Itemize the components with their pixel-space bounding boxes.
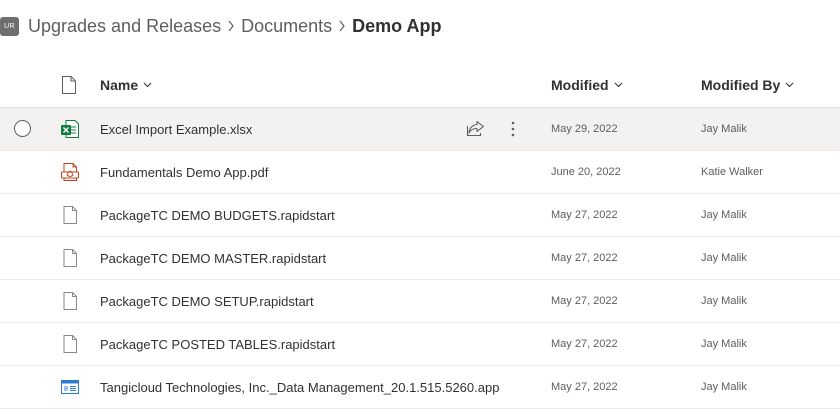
- column-header-modified-by[interactable]: Modified By: [701, 63, 794, 107]
- file-name-link[interactable]: Tangicloud Technologies, Inc._Data Manag…: [100, 366, 499, 408]
- file-name-link[interactable]: PackageTC DEMO BUDGETS.rapidstart: [100, 194, 335, 236]
- generic-file-icon: [60, 291, 80, 316]
- modified-date: June 20, 2022: [551, 166, 621, 178]
- column-header-row: Name Modified Modified By: [0, 63, 840, 108]
- column-header-name[interactable]: Name: [100, 63, 152, 107]
- pdf-file-icon: [60, 162, 80, 187]
- row-select-checkbox[interactable]: [14, 120, 31, 137]
- table-row[interactable]: Tangicloud Technologies, Inc._Data Manag…: [0, 366, 840, 409]
- modified-by-user[interactable]: Jay Malik: [701, 323, 747, 365]
- chevron-down-icon: [143, 82, 152, 88]
- modified-date: May 27, 2022: [551, 295, 618, 307]
- chevron-down-icon: [785, 82, 794, 88]
- breadcrumb-item-documents[interactable]: Documents: [241, 16, 332, 37]
- column-header-modified-label: Modified: [551, 77, 609, 93]
- generic-file-icon: [60, 205, 80, 230]
- modified-by-user[interactable]: Jay Malik: [701, 108, 747, 150]
- breadcrumb-current-folder: Demo App: [352, 15, 442, 36]
- modified-date: May 27, 2022: [551, 338, 618, 350]
- table-row[interactable]: Fundamentals Demo App.pdf June 20, 2022 …: [0, 151, 840, 194]
- file-type-column-icon[interactable]: [61, 76, 77, 99]
- more-options-icon[interactable]: [506, 120, 520, 143]
- column-header-modified-by-label: Modified By: [701, 77, 781, 93]
- chevron-right-icon: [221, 20, 241, 32]
- column-header-modified[interactable]: Modified: [551, 63, 623, 107]
- breadcrumb: UR Upgrades and Releases Documents Demo …: [0, 10, 442, 42]
- app-file-icon: [60, 377, 80, 402]
- modified-date: May 27, 2022: [551, 252, 618, 264]
- table-row[interactable]: PackageTC DEMO SETUP.rapidstart May 27, …: [0, 280, 840, 323]
- chevron-right-icon: [332, 20, 352, 32]
- generic-file-icon: [60, 334, 80, 359]
- excel-file-icon: [60, 119, 80, 144]
- table-row[interactable]: PackageTC DEMO BUDGETS.rapidstart May 27…: [0, 194, 840, 237]
- modified-by-user[interactable]: Katie Walker: [701, 151, 763, 193]
- site-badge[interactable]: UR: [0, 16, 19, 36]
- modified-date: May 27, 2022: [551, 381, 618, 393]
- modified-by-user[interactable]: Jay Malik: [701, 366, 747, 408]
- table-row[interactable]: PackageTC POSTED TABLES.rapidstart May 2…: [0, 323, 840, 366]
- modified-by-user[interactable]: Jay Malik: [701, 237, 747, 279]
- file-list: Excel Import Example.xlsx May 29, 2022 J…: [0, 108, 840, 409]
- file-name-link[interactable]: PackageTC DEMO SETUP.rapidstart: [100, 280, 314, 322]
- file-name-link[interactable]: PackageTC DEMO MASTER.rapidstart: [100, 237, 326, 279]
- column-header-name-label: Name: [100, 77, 139, 93]
- file-name-link[interactable]: PackageTC POSTED TABLES.rapidstart: [100, 323, 335, 365]
- share-icon[interactable]: [466, 120, 485, 142]
- table-row[interactable]: Excel Import Example.xlsx May 29, 2022 J…: [0, 108, 840, 151]
- breadcrumb-item-upgrades[interactable]: Upgrades and Releases: [28, 16, 221, 37]
- modified-date: May 27, 2022: [551, 209, 618, 221]
- generic-file-icon: [60, 248, 80, 273]
- file-name-link[interactable]: Fundamentals Demo App.pdf: [100, 151, 268, 193]
- modified-by-user[interactable]: Jay Malik: [701, 280, 747, 322]
- file-name-link[interactable]: Excel Import Example.xlsx: [100, 108, 252, 150]
- table-row[interactable]: PackageTC DEMO MASTER.rapidstart May 27,…: [0, 237, 840, 280]
- chevron-down-icon: [614, 82, 623, 88]
- modified-date: May 29, 2022: [551, 123, 618, 135]
- modified-by-user[interactable]: Jay Malik: [701, 194, 747, 236]
